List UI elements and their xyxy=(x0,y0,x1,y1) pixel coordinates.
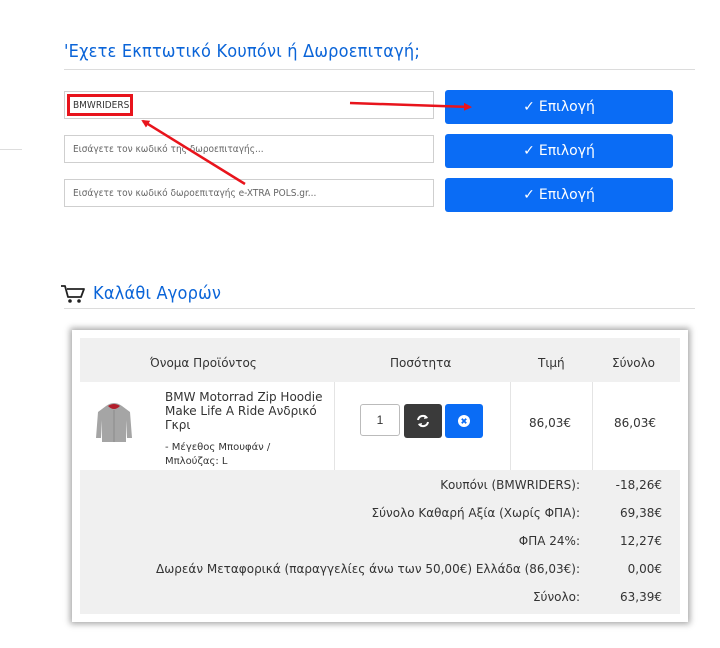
total-value-shipping: 0,00€ xyxy=(627,562,662,576)
close-circle-icon xyxy=(458,415,470,427)
cart-section-title: Καλάθι Αγορών xyxy=(93,283,222,304)
cart-table: Όνομα Προϊόντος Ποσότητα Τιμή Σύνολο BMW… xyxy=(80,338,680,614)
product-option: - Μέγεθος Μπουφάν / Μπλούζας: L xyxy=(165,442,271,467)
column-header-product: Όνομα Προϊόντος xyxy=(150,356,257,370)
remove-item-button[interactable] xyxy=(445,404,483,438)
coupon-section-title: 'Εχετε Εκπτωτικό Κουπόνι ή Δωροεπιταγή; xyxy=(64,41,421,62)
cart-icon xyxy=(61,285,85,303)
total-value-coupon: -18,26€ xyxy=(615,478,662,492)
apply-coupon-button[interactable]: ✓ Επιλογή xyxy=(445,90,673,124)
column-header-total: Σύνολο xyxy=(612,356,656,370)
total-label-coupon: Κουπόνι (BMWRIDERS): xyxy=(440,478,580,492)
total-value-grand: 63,39€ xyxy=(620,590,662,604)
apply-extra-voucher-label: Επιλογή xyxy=(538,187,595,203)
table-row: BMW Motorrad Zip Hoodie Make Life A Ride… xyxy=(80,382,680,470)
column-divider xyxy=(510,382,511,470)
product-name-link[interactable]: BMW Motorrad Zip Hoodie Make Life A Ride… xyxy=(165,390,327,432)
voucher-code-input[interactable] xyxy=(64,135,434,163)
column-divider xyxy=(592,382,593,470)
column-header-price: Τιμή xyxy=(538,356,565,370)
total-label-shipping: Δωρεάν Μεταφορικά (παραγγελίες άνω των 5… xyxy=(156,562,580,576)
total-label-grand: Σύνολο: xyxy=(532,590,580,604)
cart-title-divider xyxy=(64,308,695,309)
refresh-icon xyxy=(417,414,429,428)
column-divider xyxy=(334,382,335,470)
apply-voucher-button[interactable]: ✓ Επιλογή xyxy=(445,134,673,168)
apply-extra-voucher-button[interactable]: ✓ Επιλογή xyxy=(445,178,673,212)
quantity-input[interactable] xyxy=(360,404,400,436)
total-value-vat: 12,27€ xyxy=(620,534,662,548)
apply-voucher-label: Επιλογή xyxy=(538,143,595,159)
check-icon: ✓ xyxy=(523,99,535,115)
total-value-net: 69,38€ xyxy=(620,506,662,520)
coupon-title-divider xyxy=(64,69,695,70)
column-header-quantity: Ποσότητα xyxy=(390,356,452,370)
product-thumbnail[interactable] xyxy=(94,400,134,444)
cart-panel: Όνομα Προϊόντος Ποσότητα Τιμή Σύνολο BMW… xyxy=(72,330,688,622)
update-quantity-button[interactable] xyxy=(404,404,442,438)
product-total: 86,03€ xyxy=(614,416,656,430)
apply-coupon-label: Επιλογή xyxy=(538,99,595,115)
left-edge-divider xyxy=(0,149,22,150)
total-label-vat: ΦΠΑ 24%: xyxy=(518,534,580,548)
coupon-code-input[interactable] xyxy=(64,91,434,119)
extra-voucher-input[interactable] xyxy=(64,179,434,207)
product-price: 86,03€ xyxy=(529,416,571,430)
check-icon: ✓ xyxy=(523,143,535,159)
total-label-net: Σύνολο Καθαρή Αξία (Χωρίς ΦΠΑ): xyxy=(371,506,580,520)
check-icon: ✓ xyxy=(523,187,535,203)
